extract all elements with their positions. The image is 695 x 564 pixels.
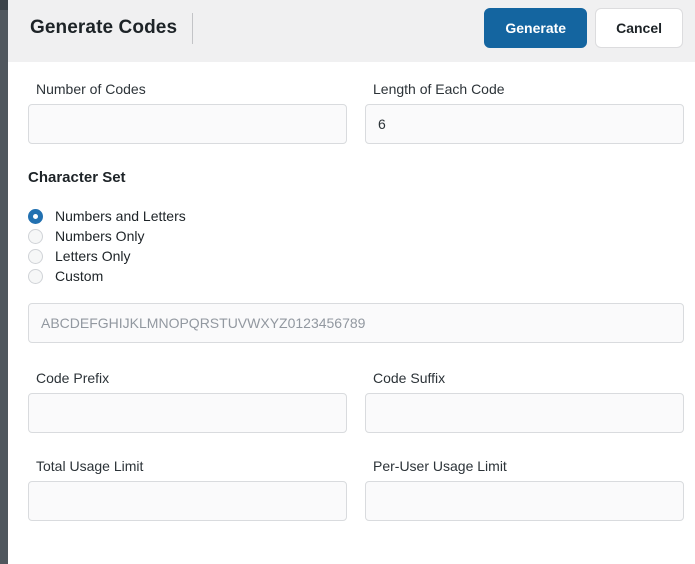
row-prefix-suffix: Code Prefix Code Suffix	[28, 370, 684, 433]
radio-option-label[interactable]: Custom	[55, 268, 103, 284]
length-of-each-code-input[interactable]	[365, 104, 684, 144]
field-total-usage-limit: Total Usage Limit	[28, 458, 347, 521]
field-custom-charset	[28, 303, 684, 343]
sidebar-edge	[0, 0, 8, 564]
radio-option-label[interactable]: Numbers and Letters	[55, 208, 186, 224]
total-usage-limit-label: Total Usage Limit	[36, 458, 144, 474]
field-code-prefix: Code Prefix	[28, 370, 347, 433]
field-length-of-each-code: Length of Each Code	[365, 81, 684, 144]
per-user-usage-limit-label: Per-User Usage Limit	[373, 458, 507, 474]
radio-unselected-icon[interactable]	[28, 248, 43, 264]
number-of-codes-input[interactable]	[28, 104, 347, 144]
admin-bar-edge	[0, 0, 8, 10]
header-divider	[192, 12, 194, 44]
code-prefix-input[interactable]	[28, 393, 347, 433]
radio-option-numbers-and-letters[interactable]: Numbers and Letters	[28, 206, 684, 226]
page-title: Generate Codes	[30, 17, 178, 38]
radio-selected-icon[interactable]	[28, 208, 43, 224]
field-code-suffix: Code Suffix	[365, 370, 684, 433]
radio-option-custom[interactable]: Custom	[28, 266, 684, 286]
cancel-button[interactable]: Cancel	[595, 8, 683, 48]
length-of-each-code-label: Length of Each Code	[373, 81, 505, 97]
row-counts: Number of Codes Length of Each Code	[28, 81, 684, 144]
code-suffix-label: Code Suffix	[373, 370, 446, 386]
field-number-of-codes: Number of Codes	[28, 81, 347, 144]
radio-unselected-icon[interactable]	[28, 268, 43, 284]
page-header: Generate Codes Generate Cancel	[8, 0, 695, 62]
character-set-radio-group: Numbers and Letters Numbers Only Letters…	[28, 206, 684, 286]
radio-option-letters-only[interactable]: Letters Only	[28, 246, 684, 266]
field-per-user-usage-limit: Per-User Usage Limit	[365, 458, 684, 521]
radio-option-numbers-only[interactable]: Numbers Only	[28, 226, 684, 246]
code-prefix-label: Code Prefix	[36, 370, 110, 386]
code-suffix-input[interactable]	[365, 393, 684, 433]
form-content: Number of Codes Length of Each Code Char…	[8, 62, 695, 521]
number-of-codes-label: Number of Codes	[36, 81, 146, 97]
radio-unselected-icon[interactable]	[28, 228, 43, 244]
generate-button[interactable]: Generate	[484, 8, 588, 48]
total-usage-limit-input[interactable]	[28, 481, 347, 521]
generate-codes-page: Generate Codes Generate Cancel Number of…	[8, 0, 695, 564]
radio-option-label[interactable]: Letters Only	[55, 248, 130, 264]
per-user-usage-limit-input[interactable]	[365, 481, 684, 521]
row-usage-limits: Total Usage Limit Per-User Usage Limit	[28, 458, 684, 521]
character-set-heading: Character Set	[28, 169, 126, 186]
custom-charset-input[interactable]	[28, 303, 684, 343]
radio-option-label[interactable]: Numbers Only	[55, 228, 144, 244]
